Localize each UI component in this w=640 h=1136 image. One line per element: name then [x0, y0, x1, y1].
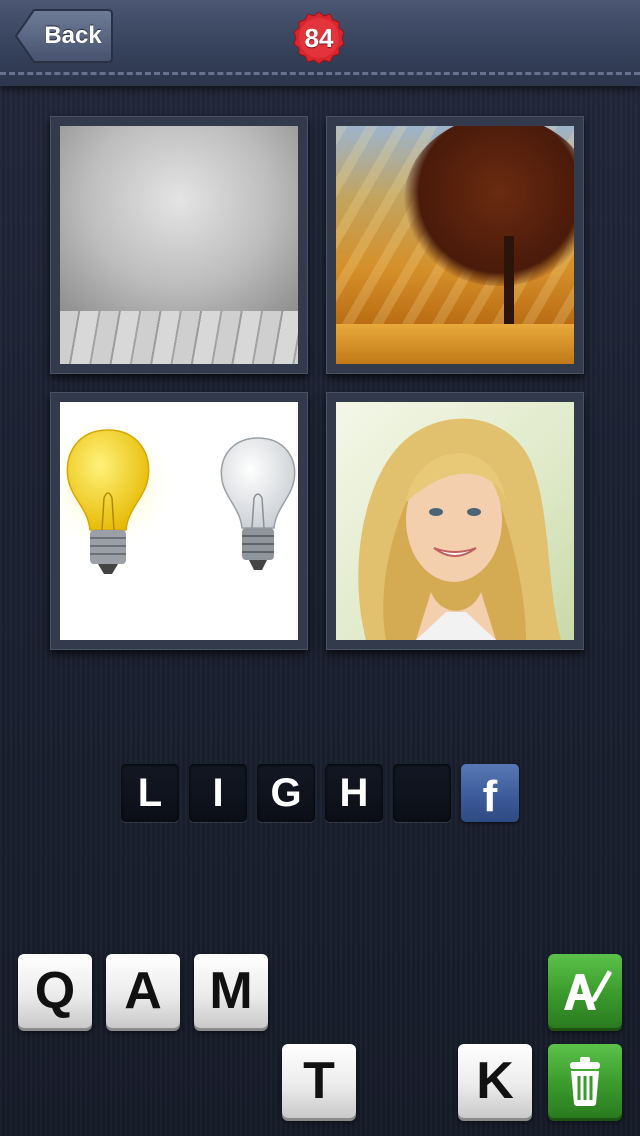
picture-autumn-forest[interactable]: [336, 126, 574, 364]
picture-frame-1[interactable]: [50, 116, 308, 374]
bulbs-scene: [60, 402, 298, 640]
facebook-share-button[interactable]: f: [461, 764, 519, 822]
portrait-scene: [336, 402, 574, 640]
wooden-floor: [60, 311, 298, 364]
letter-key-4[interactable]: T: [282, 1044, 356, 1118]
picture-woman[interactable]: [336, 402, 574, 640]
pencil-a-icon: [564, 970, 612, 1010]
lit-bulb-icon: [60, 414, 178, 574]
letter-key-2[interactable]: A: [106, 954, 180, 1028]
picture-empty-room[interactable]: [60, 126, 298, 364]
answer-slot-3[interactable]: G: [257, 764, 315, 822]
leafy-ground: [336, 324, 574, 364]
picture-frame-2[interactable]: [326, 116, 584, 374]
reveal-letter-button[interactable]: [548, 954, 622, 1028]
back-label: Back: [44, 22, 102, 49]
picture-frame-4[interactable]: [326, 392, 584, 650]
remove-letters-button[interactable]: [548, 1044, 622, 1118]
trash-icon: [570, 1057, 600, 1106]
letter-key-5[interactable]: K: [458, 1044, 532, 1118]
picture-frame-3[interactable]: [50, 392, 308, 650]
letter-key-1[interactable]: Q: [18, 954, 92, 1028]
answer-slot-4[interactable]: H: [325, 764, 383, 822]
facebook-icon: f: [482, 772, 498, 821]
unlit-bulb-icon: [220, 437, 296, 570]
autumn-scene: [336, 126, 574, 364]
grey-wall: [60, 126, 298, 311]
top-bar: Back 84: [0, 0, 640, 86]
back-button[interactable]: Back: [14, 8, 114, 64]
picture-light-bulbs[interactable]: [60, 402, 298, 640]
level-badge: 84: [291, 10, 347, 66]
answer-slot-2[interactable]: I: [189, 764, 247, 822]
tree-trunk: [504, 236, 514, 336]
stitch-divider: [0, 72, 640, 75]
answer-slot-1[interactable]: L: [121, 764, 179, 822]
answer-slot-5[interactable]: [393, 764, 451, 822]
level-number: 84: [304, 23, 334, 53]
letter-key-3[interactable]: M: [194, 954, 268, 1028]
